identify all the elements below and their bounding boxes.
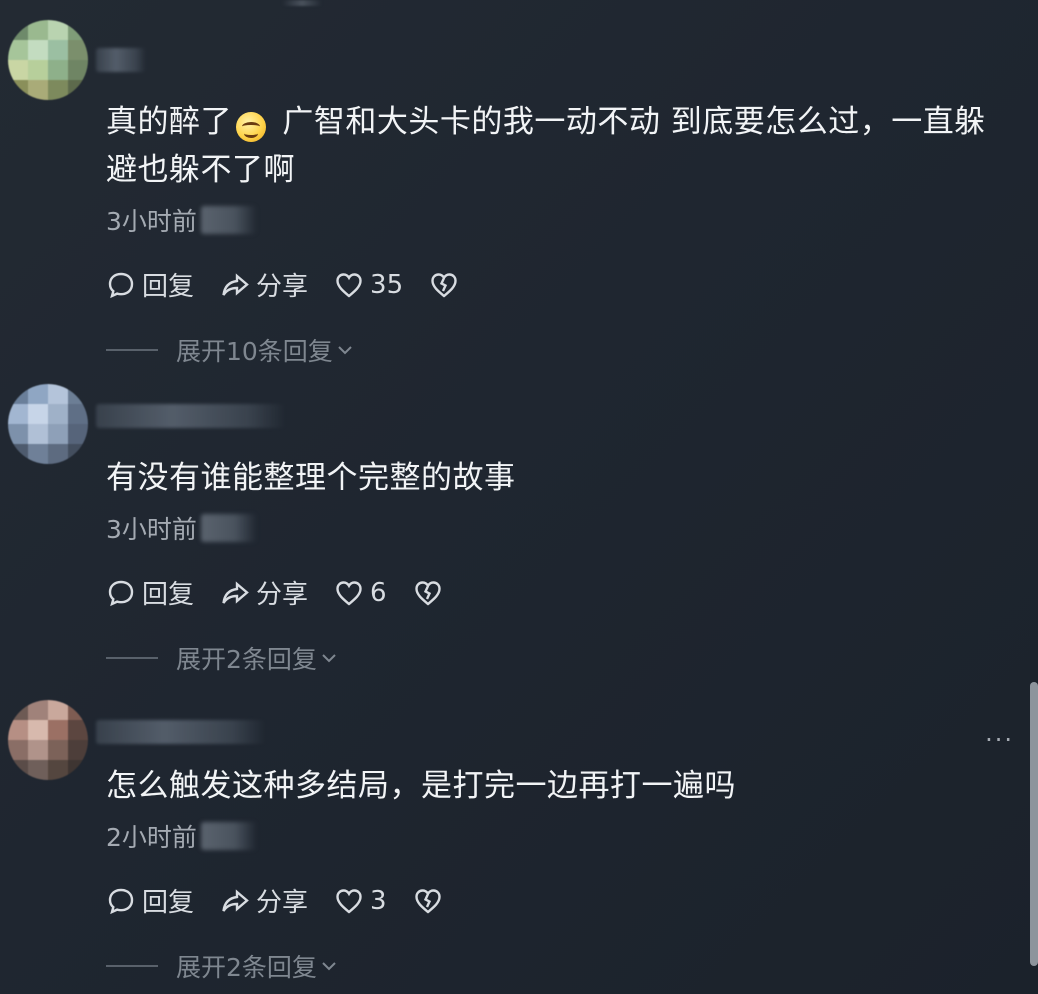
- share-button[interactable]: 分享: [220, 882, 308, 919]
- share-label: 分享: [256, 580, 309, 610]
- heart-icon: [336, 272, 362, 298]
- reply-label: 回复: [142, 888, 195, 918]
- reply-label: 回复: [142, 272, 195, 302]
- like-count: 35: [370, 269, 404, 300]
- like-button[interactable]: 3: [334, 886, 387, 916]
- username[interactable]: [96, 48, 146, 72]
- avatar[interactable]: [8, 384, 88, 464]
- grinning-face-icon: 😊: [236, 112, 266, 142]
- divider: [106, 349, 158, 351]
- expand-replies-button[interactable]: 展开2条回复: [106, 948, 339, 984]
- reply-button[interactable]: 回复: [106, 574, 194, 611]
- username[interactable]: [96, 720, 266, 744]
- chevron-down-icon: [322, 654, 336, 663]
- comment-text-content: 有没有谁能整理个完整的故事: [106, 460, 516, 496]
- comment-text-content: 怎么触发这种多结局，是打完一边再打一遍吗: [106, 768, 736, 804]
- timestamp: 3小时前: [106, 202, 257, 238]
- timestamp: 2小时前: [106, 818, 257, 854]
- broken-heart-icon: [414, 888, 441, 914]
- expand-label: 展开10条回复: [176, 337, 333, 366]
- expand-replies-button[interactable]: 展开2条回复: [106, 640, 339, 676]
- scrollbar[interactable]: [1030, 682, 1038, 966]
- dislike-button[interactable]: [413, 578, 449, 608]
- dislike-button[interactable]: [413, 886, 449, 916]
- comment-bubble-icon: [108, 580, 134, 606]
- share-button[interactable]: 分享: [220, 266, 308, 303]
- dislike-button[interactable]: [429, 270, 465, 300]
- like-button[interactable]: 35: [334, 270, 403, 300]
- time-label: 3小时前: [106, 515, 197, 544]
- location-tag: [200, 206, 257, 234]
- broken-heart-icon: [414, 580, 441, 606]
- top-partial-element: [282, 0, 322, 6]
- broken-heart-icon: [431, 272, 457, 298]
- action-bar: 回复 分享 3: [106, 882, 475, 919]
- more-dots-icon[interactable]: ···: [985, 726, 1014, 754]
- chevron-down-icon: [338, 346, 352, 355]
- comment-text: 真的醉了😊 广智和大头卡的我一动不动 到底要怎么过，一直躲避也躲不了啊: [106, 98, 1016, 194]
- like-count: 3: [370, 885, 387, 916]
- username[interactable]: [96, 404, 286, 428]
- comment-text: 怎么触发这种多结局，是打完一边再打一遍吗: [106, 762, 1016, 810]
- chevron-down-icon: [322, 962, 336, 971]
- time-label: 3小时前: [106, 207, 197, 236]
- divider: [106, 965, 158, 967]
- avatar[interactable]: [8, 700, 88, 780]
- like-count: 6: [370, 577, 387, 608]
- timestamp: 3小时前: [106, 510, 257, 546]
- heart-icon: [336, 888, 362, 914]
- reply-button[interactable]: 回复: [106, 266, 194, 303]
- share-button[interactable]: 分享: [220, 574, 308, 611]
- share-arrow-icon: [222, 272, 249, 296]
- location-tag: [200, 514, 257, 542]
- comment-text-part: 广智和大头卡的我一动不动 到底要怎么过，一直躲避也躲不了啊: [106, 104, 986, 188]
- comment-text-part: 真的醉了: [106, 104, 232, 140]
- expand-label: 展开2条回复: [176, 645, 317, 674]
- action-bar: 回复 分享 6: [106, 574, 475, 611]
- like-button[interactable]: 6: [334, 578, 387, 608]
- share-arrow-icon: [222, 580, 249, 604]
- avatar[interactable]: [8, 20, 88, 100]
- heart-icon: [336, 580, 362, 606]
- reply-label: 回复: [142, 580, 195, 610]
- divider: [106, 657, 158, 659]
- comment-bubble-icon: [108, 888, 134, 914]
- time-label: 2小时前: [106, 823, 197, 852]
- expand-label: 展开2条回复: [176, 953, 317, 982]
- comment-bubble-icon: [108, 272, 134, 298]
- share-label: 分享: [256, 888, 309, 918]
- share-arrow-icon: [222, 888, 249, 912]
- location-tag: [200, 822, 257, 850]
- share-label: 分享: [256, 272, 309, 302]
- action-bar: 回复 分享 35: [106, 266, 491, 303]
- expand-replies-button[interactable]: 展开10条回复: [106, 332, 355, 368]
- reply-button[interactable]: 回复: [106, 882, 194, 919]
- comment-text: 有没有谁能整理个完整的故事: [106, 454, 1016, 502]
